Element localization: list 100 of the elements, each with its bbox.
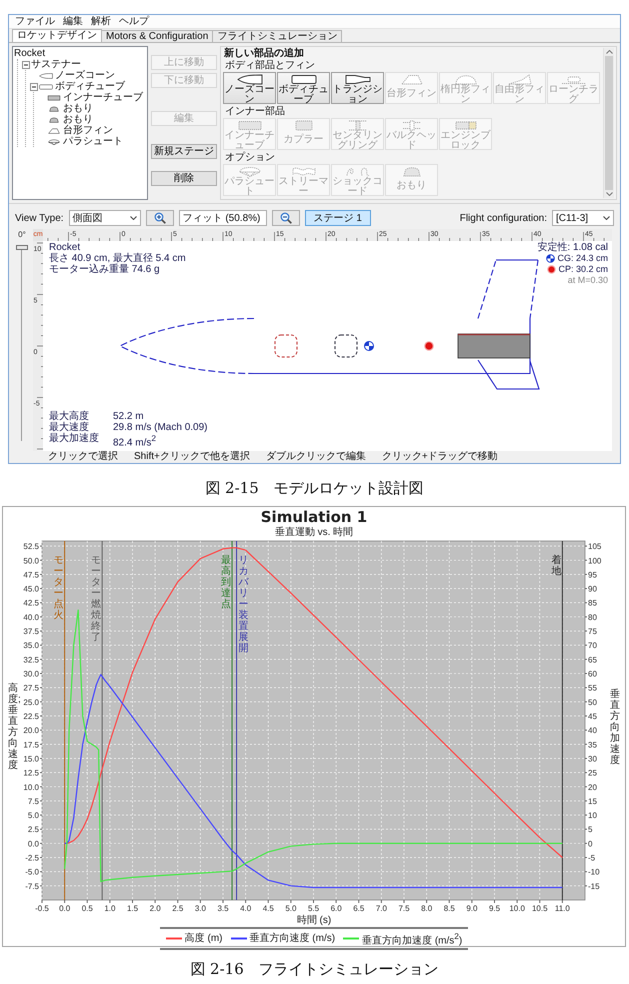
trapezoid-fin-icon	[47, 128, 61, 134]
axis-tick-label: 7.5	[398, 904, 410, 913]
axis-tick-label: 17.5	[23, 740, 39, 750]
stability-text: 安定性: 1.08 cal	[537, 242, 608, 253]
axis-tick-label: 55	[588, 684, 597, 693]
zoom-dropdown[interactable]: フィット (50.8%)	[178, 210, 267, 226]
axis-tick-label: 42.5	[23, 598, 39, 608]
event-label: 最高到達点	[221, 555, 232, 610]
axis-tick-label: 50.0	[23, 556, 39, 566]
zoom-in-button[interactable]	[146, 210, 174, 226]
axis-tick-label: 85	[588, 598, 597, 608]
component-outline	[334, 334, 358, 358]
axis-tick-label: 25.0	[23, 698, 39, 707]
axis-tick-label: 8.5	[444, 904, 455, 913]
axis-tick-label: 0.0	[28, 839, 39, 848]
tree-item[interactable]: おもり	[47, 114, 93, 125]
chart-title: Simulation 1	[260, 508, 368, 526]
axis-tick-label: 12.5	[23, 768, 39, 778]
axis-tick-label: 5.0	[285, 904, 296, 913]
axis-tick-label: 40	[588, 726, 597, 736]
flight-configuration-dropdown[interactable]: [C11-3]	[552, 210, 614, 226]
axis-title: 垂直方向加速度	[610, 688, 620, 766]
axis-tick-label: 2.5	[28, 825, 39, 834]
panel-title: 新しい部品の追加	[223, 48, 305, 60]
tree-item[interactable]: パラシュート	[47, 136, 123, 147]
cp-marker-icon	[547, 265, 556, 274]
axis-tick-label: 10.0	[509, 904, 525, 913]
weight-icon	[47, 116, 61, 122]
section-heading: インナー部品	[224, 106, 286, 118]
view-type-dropdown[interactable]: 側面図	[68, 210, 141, 226]
axis-tick-label: 6.0	[330, 904, 342, 913]
axis-tick-label: 0.5	[82, 904, 93, 913]
axis-tick-label: 4.5	[262, 904, 274, 913]
axis-tick-label: 0.0	[59, 904, 70, 913]
chart-subtitle: 垂直運動 vs. 時間	[274, 527, 354, 538]
tree-item[interactable]: おもり	[47, 103, 93, 114]
tree-item[interactable]: インナーチューブ	[47, 92, 143, 103]
stat-value: 52.2 m	[113, 410, 145, 422]
tree-action-button[interactable]: 新規ステージ	[151, 144, 217, 159]
tree-item[interactable]: ボディチューブ	[39, 81, 125, 92]
rocket-info-text: 長さ 40.9 cm, 最大直径 5.4 cm	[49, 253, 186, 264]
add-component-button[interactable]: ノーズコーン	[223, 72, 276, 104]
axis-title: 時間 (s)	[296, 915, 332, 927]
add-component-button[interactable]: ボディチューブ	[277, 72, 330, 104]
chevron-down-icon[interactable]	[606, 192, 612, 196]
tapered-tube-icon	[344, 74, 370, 85]
stability-text: CG: 24.3 cm	[557, 253, 608, 264]
tree-item[interactable]: ノーズコーン	[39, 70, 115, 81]
figure-caption: 図 2-15 モデルロケット設計図	[205, 479, 424, 497]
axis-tick-label: 22.5	[23, 712, 39, 721]
stat-label: 最大速度	[49, 422, 90, 433]
collapse-icon[interactable]	[22, 60, 30, 68]
stat-label: 最大加速度	[49, 432, 99, 446]
axis-tick-label: -15	[588, 882, 600, 891]
axis-tick-label: 20.0	[23, 726, 39, 736]
tree-item[interactable]: Rocket	[14, 48, 46, 59]
axis-tick-label: 50	[588, 698, 597, 707]
axis-tick-label: 5.0	[28, 811, 39, 820]
axis-tick-label: 27.5	[23, 684, 39, 693]
axis-tick-label: 45.0	[23, 584, 39, 594]
event-label: モーター燃焼終了	[91, 555, 102, 643]
slider-thumb[interactable]	[16, 245, 28, 250]
nose-cone-icon	[236, 74, 262, 85]
tab[interactable]: フライトシミュレーション	[212, 30, 342, 42]
field-label: View Type:	[15, 212, 64, 224]
axis-tick-label: 3.5	[217, 904, 229, 913]
axis-tick-label: 47.5	[23, 570, 39, 580]
axis-tick-label: 7.5	[28, 796, 39, 806]
stability-text: CP: 30.2 cm	[558, 264, 608, 275]
menu-item[interactable]: ファイル	[11, 16, 59, 28]
scrollbar-thumb[interactable]	[605, 56, 613, 190]
parachute-icon	[47, 138, 61, 144]
tree-item[interactable]: 台形フィン	[47, 125, 113, 136]
hatched-tube-icon	[236, 120, 262, 131]
chevron-up-icon[interactable]	[606, 50, 612, 54]
zoom-out-button[interactable]	[272, 210, 300, 226]
rotation-label: 0°	[18, 229, 26, 241]
axis-tick-label: 37.5	[23, 627, 39, 636]
add-component-button[interactable]: トランジション	[331, 72, 384, 104]
tab[interactable]: ロケットデザイン	[12, 29, 102, 42]
axis-tick-label: 1.0	[104, 904, 116, 913]
rocket-info-text: Rocket	[49, 242, 82, 253]
caret-icon	[130, 216, 137, 220]
tab[interactable]: Motors & Configuration	[101, 30, 214, 42]
tree-action-button[interactable]: 削除	[151, 171, 217, 186]
menu-item[interactable]: ヘルプ	[115, 16, 153, 28]
axis-tick-label: 35	[588, 740, 597, 750]
axis-tick-label: 3.0	[194, 904, 206, 913]
stage-toggle-button[interactable]: ステージ 1	[304, 210, 371, 226]
legend-label: 高度 (m)	[184, 932, 223, 945]
menu-item[interactable]: 編集	[59, 16, 87, 28]
collapse-icon[interactable]	[30, 82, 38, 90]
zoom-out-icon	[280, 212, 292, 224]
axis-tick-label: 2.5	[172, 904, 184, 913]
axis-tick-label: 60	[588, 670, 597, 678]
axis-title: 高度; 垂直方向速度	[8, 683, 18, 771]
parachute-icon	[236, 166, 262, 177]
tree-item[interactable]: サステナー	[31, 59, 81, 70]
axis-tick-label: -10	[588, 868, 600, 877]
menu-item[interactable]: 解析	[87, 16, 115, 28]
